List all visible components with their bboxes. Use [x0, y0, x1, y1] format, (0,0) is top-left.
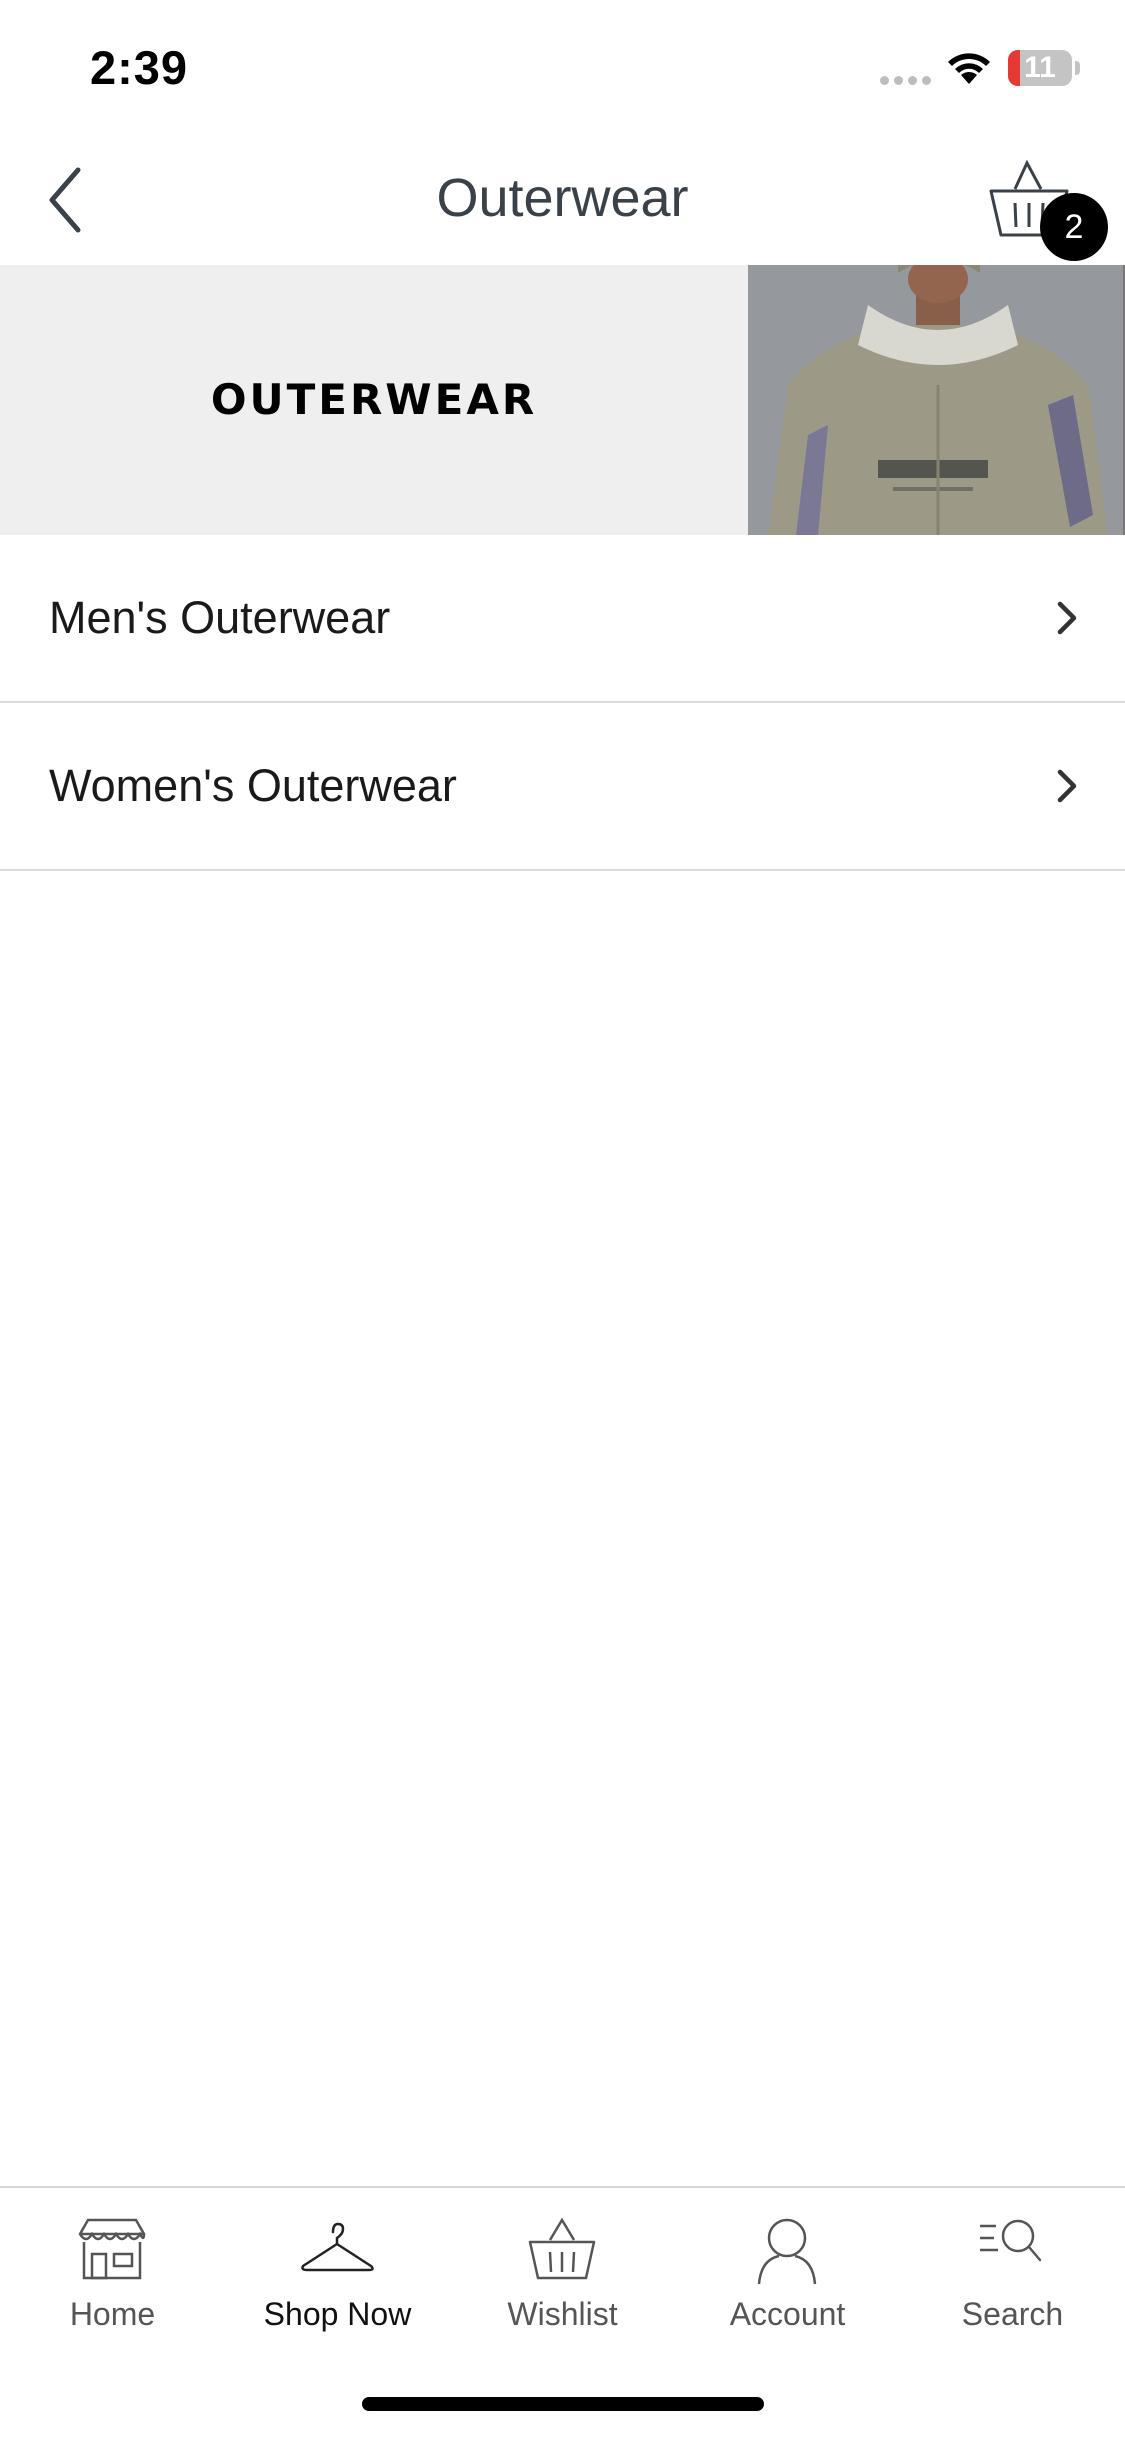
list-item-label: Women's Outerwear	[49, 760, 457, 811]
battery-tip	[1075, 61, 1080, 75]
status-bar: 2:39 11	[0, 0, 1125, 135]
tab-account[interactable]: Account	[675, 2188, 900, 2368]
tab-wishlist[interactable]: Wishlist	[450, 2188, 675, 2368]
list-item-mens-outerwear[interactable]: Men's Outerwear	[0, 535, 1125, 703]
basket-count-badge: 2	[1040, 193, 1108, 261]
page-title: Outerwear	[436, 168, 689, 228]
list-item-womens-outerwear[interactable]: Women's Outerwear	[0, 703, 1125, 871]
status-time: 2:39	[90, 41, 189, 94]
hanger-icon	[301, 2222, 374, 2272]
wifi-icon	[948, 53, 990, 84]
battery-icon: 11	[1008, 50, 1072, 86]
navigation-bar: Outerwear 2	[0, 135, 1125, 265]
tab-shop-now[interactable]: Shop Now	[225, 2188, 450, 2368]
tab-home[interactable]: Home	[0, 2188, 225, 2368]
tab-label: Search	[961, 2296, 1064, 2332]
outerwear-banner[interactable]: OUTERWEAR	[0, 265, 1125, 535]
list-item-label: Men's Outerwear	[49, 592, 391, 643]
tab-label: Shop Now	[263, 2296, 412, 2332]
tab-label: Wishlist	[507, 2296, 618, 2332]
banner-title: OUTERWEAR	[210, 375, 538, 424]
cellular-signal-icon	[880, 76, 931, 85]
chevron-right-icon	[1057, 601, 1077, 635]
chevron-right-icon	[1057, 769, 1077, 803]
search-list-icon	[980, 2219, 1042, 2262]
person-icon	[757, 2218, 817, 2285]
tab-search[interactable]: Search	[900, 2188, 1125, 2368]
category-list: Men's Outerwear Women's Outerwear	[0, 535, 1125, 871]
storefront-icon	[78, 2218, 146, 2280]
battery-level: 11	[1024, 51, 1056, 84]
tab-label: Account	[729, 2296, 846, 2332]
basket-icon	[528, 2217, 596, 2280]
home-indicator[interactable]	[362, 2397, 764, 2411]
model-photo	[748, 265, 1125, 535]
tab-label: Home	[69, 2296, 156, 2332]
